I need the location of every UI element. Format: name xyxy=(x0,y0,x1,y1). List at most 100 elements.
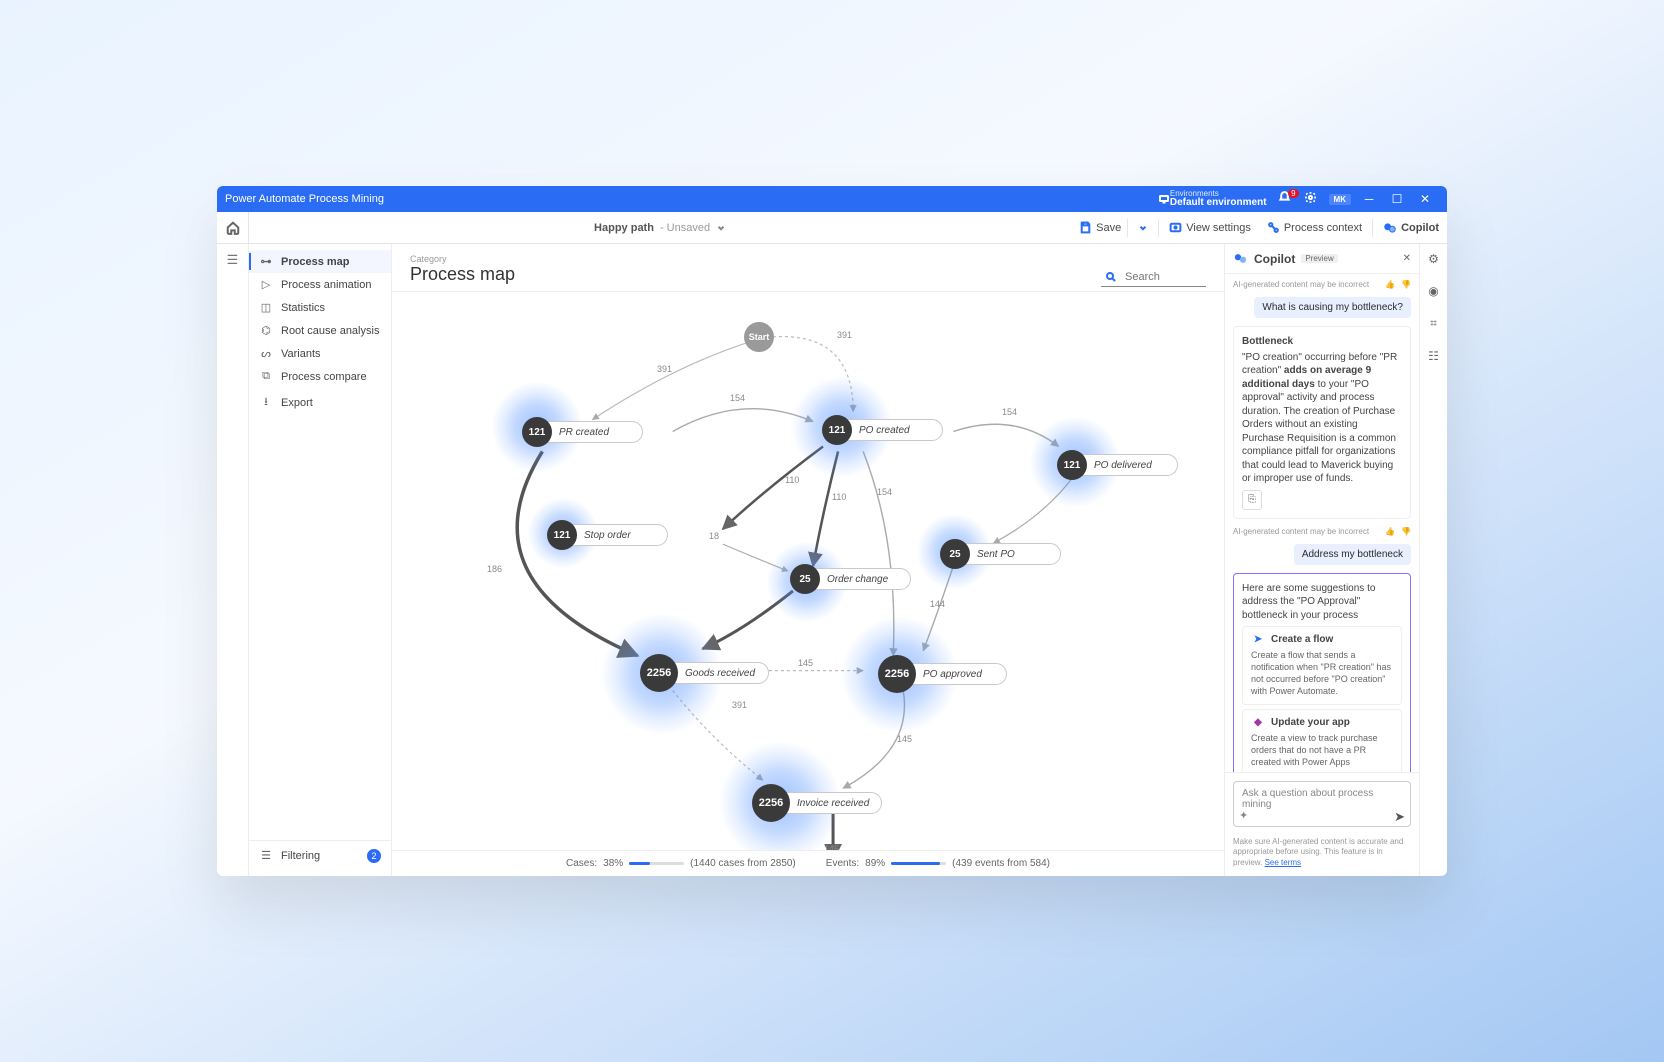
node-stop-order[interactable]: 121 Stop order xyxy=(547,520,668,550)
eye-icon[interactable]: ◉ xyxy=(1428,284,1438,298)
node-count: 2256 xyxy=(878,655,916,693)
edge-label: 110 xyxy=(832,492,846,502)
notifications-badge: 9 xyxy=(1288,189,1298,198)
node-start[interactable]: Start xyxy=(744,322,774,352)
environment-picker[interactable]: Environments Default environment xyxy=(1170,190,1267,208)
cases-label: Cases: xyxy=(566,858,597,869)
user-avatar[interactable]: MK xyxy=(1329,194,1351,205)
sliders-icon[interactable]: ⚙ xyxy=(1428,252,1439,266)
process-context-button[interactable]: Process context xyxy=(1259,212,1370,243)
breadcrumb-status: - Unsaved xyxy=(660,222,710,234)
node-label: Order change xyxy=(806,568,911,590)
save-label: Save xyxy=(1096,222,1121,234)
process-map-canvas[interactable]: 391 391 154 154 110 110 154 18 186 145 1… xyxy=(392,292,1224,850)
sidebar-item-label: Process animation xyxy=(281,279,372,291)
breadcrumb-title: Happy path xyxy=(594,222,654,234)
search-icon xyxy=(1105,271,1117,283)
edge-label: 145 xyxy=(824,844,839,850)
sidebar-item-statistics[interactable]: ◫ Statistics xyxy=(249,296,391,319)
sidebar-item-export[interactable]: ⭳ Export xyxy=(249,388,391,417)
notifications-button[interactable]: 9 xyxy=(1273,191,1297,207)
node-invoice-received[interactable]: 2256 Invoice received xyxy=(752,784,882,822)
assistant-message: Bottleneck "PO creation" occurring befor… xyxy=(1233,326,1411,519)
thumbs-down-button[interactable]: 👎 xyxy=(1401,280,1411,289)
copilot-icon xyxy=(1233,251,1248,266)
sidebar-item-label: Root cause analysis xyxy=(281,325,379,337)
copilot-panel: Copilot Preview ✕ AI-generated content m… xyxy=(1224,244,1419,876)
node-po-delivered[interactable]: 121 PO delivered xyxy=(1057,450,1178,480)
sidebar-item-process-compare[interactable]: ⧉ Process compare xyxy=(249,365,391,388)
sidebar-item-label: Variants xyxy=(281,348,321,360)
powerapps-icon: ◆ xyxy=(1251,716,1265,730)
thumbs-up-button[interactable]: 👍 xyxy=(1385,280,1395,289)
node-count: 2256 xyxy=(752,784,790,822)
search-input[interactable] xyxy=(1123,270,1198,284)
sidebar-item-label: Process map xyxy=(281,256,349,268)
suggestion-create-flow[interactable]: ➤Create a flow Create a flow that sends … xyxy=(1242,626,1402,705)
view-settings-label: View settings xyxy=(1186,222,1251,234)
input-placeholder: Ask a question about process mining xyxy=(1242,788,1402,810)
environment-icon xyxy=(1158,193,1170,205)
node-count: 121 xyxy=(547,520,577,550)
events-slider[interactable] xyxy=(891,862,946,865)
sidebar-item-process-map[interactable]: ⊶ Process map xyxy=(249,250,391,273)
settings-button[interactable] xyxy=(1297,191,1325,207)
node-pr-created[interactable]: 121 PR created xyxy=(522,417,643,447)
node-label: Goods received xyxy=(664,662,769,684)
compare-icon: ⧉ xyxy=(259,370,273,383)
node-label: Invoice received xyxy=(776,792,882,814)
send-button[interactable]: ➤ xyxy=(1394,809,1405,825)
view-settings-button[interactable]: View settings xyxy=(1161,212,1259,243)
sidebar-item-root-cause[interactable]: ⌬ Root cause analysis xyxy=(249,319,391,342)
edge-label: 154 xyxy=(730,393,745,403)
sparkle-icon[interactable]: ✦ xyxy=(1239,809,1248,825)
node-goods-received[interactable]: 2256 Goods received xyxy=(640,654,769,692)
assistant-heading: Bottleneck xyxy=(1242,335,1402,349)
environment-label: Environments xyxy=(1170,190,1267,198)
search-input-wrap[interactable] xyxy=(1101,268,1206,287)
copilot-close-button[interactable]: ✕ xyxy=(1403,253,1411,264)
copilot-toolbar-button[interactable]: Copilot xyxy=(1375,212,1447,243)
hamburger-button[interactable]: ☰ xyxy=(227,252,239,268)
edge-label: 154 xyxy=(877,487,892,497)
node-count: 25 xyxy=(940,539,970,569)
chevron-down-icon[interactable] xyxy=(1138,223,1148,233)
see-terms-link[interactable]: See terms xyxy=(1265,858,1301,867)
settings-rail-icon[interactable]: ☷ xyxy=(1428,349,1439,363)
thumbs-down-button[interactable]: 👎 xyxy=(1401,527,1411,536)
node-count: 2256 xyxy=(640,654,678,692)
save-button[interactable]: Save xyxy=(1071,212,1156,243)
variants-icon: ᔕ xyxy=(259,347,273,360)
edge-label: 154 xyxy=(1002,407,1017,417)
window-close[interactable]: ✕ xyxy=(1411,192,1439,206)
node-label: PO delivered xyxy=(1073,454,1178,476)
home-button[interactable] xyxy=(217,212,249,243)
breadcrumb[interactable]: Happy path - Unsaved xyxy=(249,222,1071,234)
view-settings-icon xyxy=(1169,221,1182,234)
node-order-change[interactable]: 25 Order change xyxy=(790,564,911,594)
node-sent-po[interactable]: 25 Sent PO xyxy=(940,539,1061,569)
node-count: 121 xyxy=(822,415,852,445)
suggestions-intro: Here are some suggestions to address the… xyxy=(1242,582,1402,623)
copy-button[interactable]: ⎘ xyxy=(1242,490,1262,510)
node-label: PO created xyxy=(838,419,943,441)
cases-slider[interactable] xyxy=(629,862,684,865)
context-icon xyxy=(1267,221,1280,234)
node-po-approved[interactable]: 2256 PO approved xyxy=(878,655,1007,693)
events-detail: (439 events from 584) xyxy=(952,858,1050,869)
node-label: PO approved xyxy=(902,663,1007,685)
page-title: Process map xyxy=(410,264,515,291)
node-po-created[interactable]: 121 PO created xyxy=(822,415,943,445)
window-maximize[interactable]: ☐ xyxy=(1383,192,1411,206)
titlebar: Power Automate Process Mining Environmen… xyxy=(217,186,1447,212)
node-label: PR created xyxy=(538,421,643,443)
sidebar-item-variants[interactable]: ᔕ Variants xyxy=(249,342,391,365)
app-window: Power Automate Process Mining Environmen… xyxy=(217,186,1447,876)
sidebar-item-process-animation[interactable]: ▷ Process animation xyxy=(249,273,391,296)
cases-detail: (1440 cases from 2850) xyxy=(690,858,796,869)
thumbs-up-button[interactable]: 👍 xyxy=(1385,527,1395,536)
hierarchy-icon[interactable]: ⌗ xyxy=(1430,316,1437,331)
suggestion-update-app[interactable]: ◆Update your app Create a view to track … xyxy=(1242,709,1402,772)
window-minimize[interactable]: ─ xyxy=(1355,192,1383,206)
sidebar-item-filtering[interactable]: ☰ Filtering 2 xyxy=(249,840,391,870)
